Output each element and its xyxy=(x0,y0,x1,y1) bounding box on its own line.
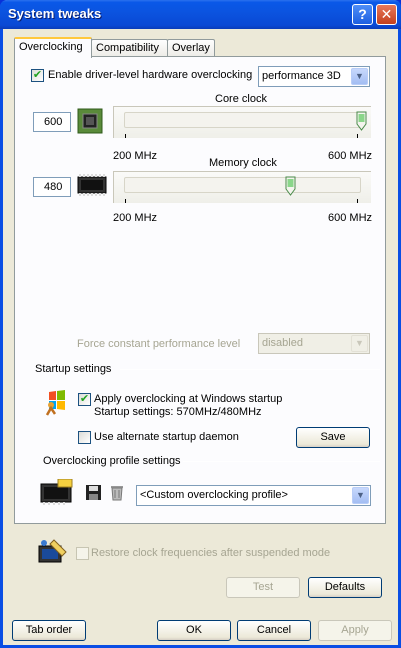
memory-clock-slider[interactable] xyxy=(113,171,371,203)
tab-compatibility[interactable]: Compatibility xyxy=(91,39,168,57)
tab-order-button[interactable]: Tab order xyxy=(12,620,86,641)
memory-clock-slider-thumb[interactable] xyxy=(285,176,296,196)
profile-settings-heading: Overclocking profile settings xyxy=(43,455,181,467)
tab-overclocking[interactable]: Overclocking xyxy=(14,37,92,58)
apply-at-startup-checkbox[interactable]: ✔ xyxy=(78,393,91,406)
profile-select[interactable]: <Custom overclocking profile> ▼ xyxy=(136,485,371,506)
tab-overclocking-label: Overclocking xyxy=(19,41,83,53)
profile-separator xyxy=(183,461,380,462)
test-button[interactable]: Test xyxy=(226,577,300,598)
performance-mode-select[interactable]: performance 3D ▼ xyxy=(258,66,370,87)
chevron-down-icon: ▼ xyxy=(352,487,369,504)
help-icon: ? xyxy=(358,6,367,22)
title-bar[interactable]: System tweaks ? ✕ xyxy=(0,0,401,29)
memory-clock-max-label: 600 MHz xyxy=(328,212,373,224)
enable-overclocking-checkbox[interactable]: ✔ xyxy=(31,69,44,82)
system-tweaks-window: System tweaks ? ✕ Overclocking Compatibi… xyxy=(0,0,401,648)
apply-button[interactable]: Apply xyxy=(318,620,392,641)
memory-clock-label: Memory clock xyxy=(209,157,277,169)
floppy-save-icon[interactable] xyxy=(86,485,101,500)
chevron-down-icon: ▼ xyxy=(351,68,368,85)
restore-after-suspend-label: Restore clock frequencies after suspende… xyxy=(91,547,331,559)
enable-overclocking-label: Enable driver-level hardware overclockin… xyxy=(48,69,253,81)
force-performance-value: disabled xyxy=(262,337,303,349)
core-clock-label: Core clock xyxy=(215,93,267,105)
chevron-down-icon: ▼ xyxy=(351,335,368,352)
memory-module-icon xyxy=(40,478,74,505)
alternate-daemon-checkbox[interactable] xyxy=(78,431,91,444)
core-clock-max-label: 600 MHz xyxy=(328,150,373,162)
ok-button[interactable]: OK xyxy=(157,620,231,641)
apply-at-startup-label: Apply overclocking at Windows startup xyxy=(94,393,283,405)
core-clock-slider-thumb[interactable] xyxy=(356,111,367,131)
help-button[interactable]: ? xyxy=(352,4,373,25)
force-performance-label: Force constant performance level xyxy=(77,338,241,350)
tab-compatibility-label: Compatibility xyxy=(96,42,159,54)
performance-mode-value: performance 3D xyxy=(262,70,341,82)
gpu-chip-icon xyxy=(77,108,103,134)
startup-settings-heading: Startup settings xyxy=(35,363,112,375)
core-clock-min-label: 200 MHz xyxy=(113,150,158,162)
memory-clock-min-label: 200 MHz xyxy=(113,212,158,224)
cancel-button[interactable]: Cancel xyxy=(237,620,311,641)
close-icon: ✕ xyxy=(380,6,393,22)
tab-overlay-label: Overlay xyxy=(172,42,210,54)
profile-select-value: <Custom overclocking profile> xyxy=(140,489,288,501)
windows-startup-icon xyxy=(43,388,71,416)
defaults-button[interactable]: Defaults xyxy=(308,577,382,598)
startup-separator xyxy=(120,369,380,370)
core-clock-input[interactable]: 600 xyxy=(33,112,71,132)
startup-settings-text: Startup settings: 570MHz/480MHz xyxy=(94,406,262,418)
alternate-daemon-label: Use alternate startup daemon xyxy=(94,431,239,443)
memory-clock-input[interactable]: 480 xyxy=(33,177,71,197)
core-clock-slider[interactable] xyxy=(113,106,371,138)
restore-after-suspend-checkbox[interactable] xyxy=(76,547,89,560)
window-title: System tweaks xyxy=(8,6,102,21)
overclocking-panel: ✔ Enable driver-level hardware overclock… xyxy=(14,56,386,524)
tab-overlay[interactable]: Overlay xyxy=(167,39,215,57)
close-button[interactable]: ✕ xyxy=(376,4,397,25)
force-performance-select[interactable]: disabled ▼ xyxy=(258,333,370,354)
save-button[interactable]: Save xyxy=(296,427,370,448)
card-restore-icon xyxy=(38,538,68,566)
memory-module-icon xyxy=(77,174,107,196)
trash-icon[interactable] xyxy=(110,485,124,501)
